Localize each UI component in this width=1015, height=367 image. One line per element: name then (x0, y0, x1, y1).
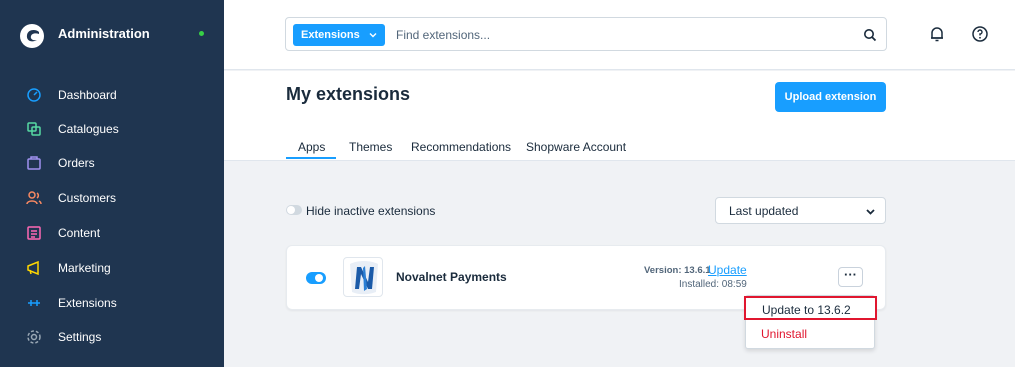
hide-inactive-label: Hide inactive extensions (306, 204, 436, 218)
sidebar-item-extensions[interactable]: Extensions (0, 289, 224, 317)
catalogues-icon (27, 122, 41, 136)
sidebar-item-label: Catalogues (58, 122, 119, 136)
sidebar-item-label: Dashboard (58, 88, 117, 102)
search-type-dropdown[interactable]: Extensions (293, 24, 385, 46)
sidebar-item-label: Marketing (58, 261, 111, 275)
upload-extension-button[interactable]: Upload extension (775, 82, 886, 112)
sidebar-item-customers[interactable]: Customers (0, 184, 224, 212)
sidebar: Administration Dashboard Catalogues Orde… (0, 0, 224, 367)
customers-icon (26, 191, 42, 205)
status-online-dot (199, 31, 204, 36)
tab-shopware-account[interactable]: Shopware Account (526, 140, 626, 154)
sidebar-item-content[interactable]: Content (0, 219, 224, 247)
sidebar-item-marketing[interactable]: Marketing (0, 254, 224, 282)
brand: Administration (0, 0, 224, 70)
shopware-logo-icon (20, 24, 44, 48)
search-icon[interactable] (863, 28, 877, 42)
search-input[interactable] (396, 26, 836, 44)
novalnet-logo-graphic (350, 261, 378, 295)
sidebar-item-label: Extensions (58, 296, 117, 310)
content-icon (27, 226, 41, 240)
sidebar-item-label: Orders (58, 156, 95, 170)
hide-inactive-toggle[interactable] (286, 205, 302, 215)
sort-select-value: Last updated (729, 204, 799, 218)
page-title: My extensions (286, 84, 411, 104)
context-menu-update-label: Update to 13.6.2 (762, 303, 851, 317)
tab-apps[interactable]: Apps (298, 140, 325, 154)
dashboard-icon (27, 88, 41, 102)
more-actions-button[interactable]: ··· (838, 267, 863, 287)
novalnet-logo-icon (343, 257, 383, 297)
app-title: Administration (58, 26, 150, 41)
extension-name: Novalnet Payments (396, 270, 507, 284)
installed-time: Installed: 08:59 (679, 279, 747, 290)
context-menu-uninstall-item[interactable]: Uninstall (761, 327, 807, 341)
update-link[interactable]: Update (708, 263, 747, 277)
orders-icon (27, 156, 41, 170)
settings-icon (27, 330, 41, 344)
search-type-label: Extensions (301, 29, 360, 41)
notifications-bell-icon[interactable] (928, 25, 946, 43)
search-bar[interactable]: Extensions (285, 17, 887, 51)
chevron-down-icon (369, 33, 377, 38)
sort-select[interactable]: Last updated (715, 197, 886, 224)
active-tab-indicator (286, 157, 336, 159)
extensions-icon (28, 300, 40, 306)
sidebar-item-label: Settings (58, 330, 102, 344)
sidebar-item-dashboard[interactable]: Dashboard (0, 81, 224, 109)
extension-active-toggle[interactable] (306, 272, 326, 284)
sidebar-item-orders[interactable]: Orders (0, 149, 224, 177)
context-menu-update-item[interactable]: Update to 13.6.2 (744, 296, 877, 320)
sidebar-item-label: Customers (58, 191, 117, 205)
chevron-down-icon (866, 209, 875, 215)
sidebar-item-label: Content (58, 226, 101, 240)
tab-themes[interactable]: Themes (349, 140, 392, 154)
sidebar-item-settings[interactable]: Settings (0, 323, 224, 351)
marketing-icon (27, 260, 39, 276)
tab-recommendations[interactable]: Recommendations (411, 140, 511, 154)
help-icon[interactable] (971, 25, 989, 43)
sidebar-item-catalogues[interactable]: Catalogues (0, 115, 224, 143)
extension-version: Version: 13.6.1 (644, 265, 711, 276)
